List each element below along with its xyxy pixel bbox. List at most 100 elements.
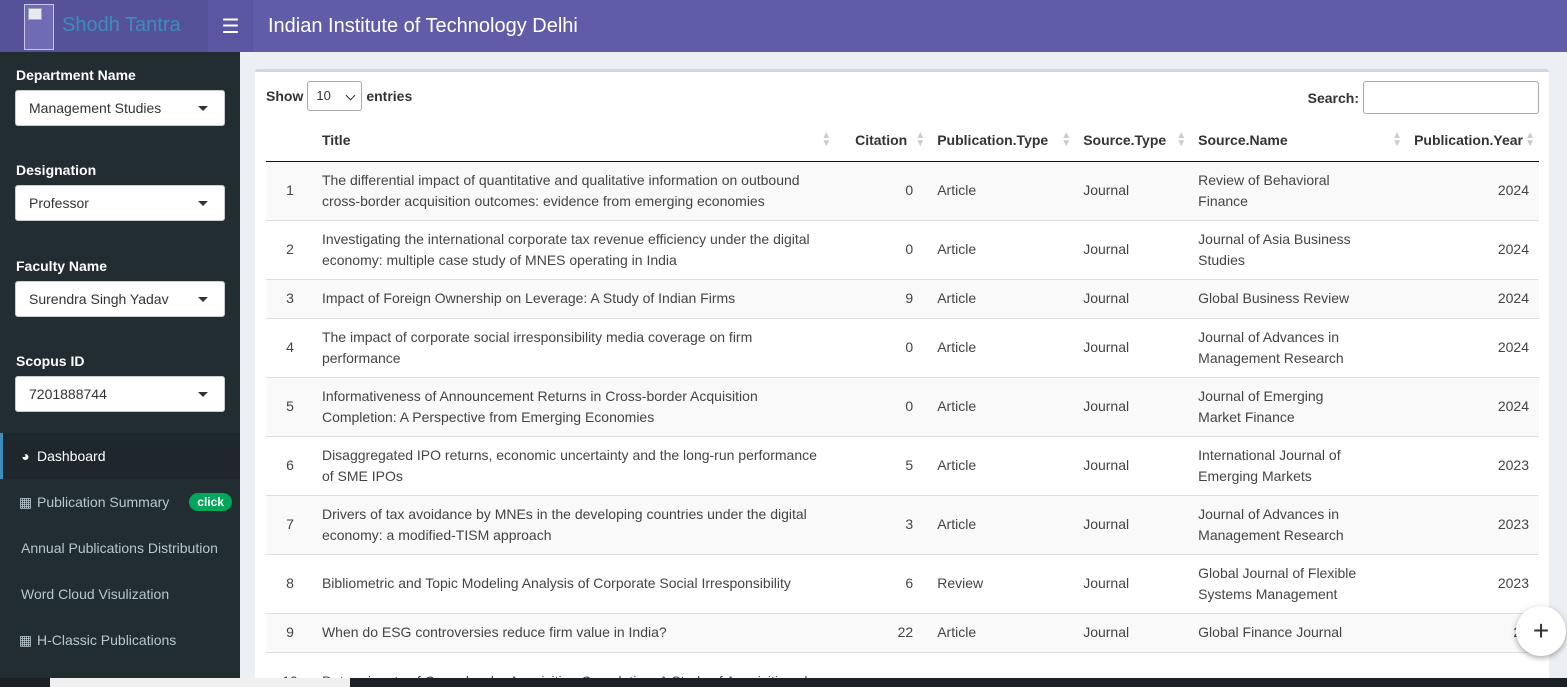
publication-type-cell: Article: [929, 317, 1076, 377]
sidebar-item-dashboard[interactable]: ◕ Dashboard: [0, 433, 240, 479]
entries-value: 10: [316, 88, 331, 103]
designation-select[interactable]: Professor: [15, 185, 225, 221]
sort-icon: ▲ ▼: [1176, 130, 1187, 149]
publication-type-cell: Article: [929, 612, 1076, 652]
table-row: 7 Drivers of tax avoidance by MNEs in the…: [266, 494, 1539, 554]
scopus-select[interactable]: 7201888744: [15, 376, 225, 412]
faculty-select[interactable]: Surendra Singh Yadav: [15, 281, 225, 317]
brand-area[interactable]: Shodh Tantra: [0, 0, 208, 52]
column-header-publication-year[interactable]: Publication.Year ▲ ▼: [1406, 120, 1539, 162]
search-input[interactable]: [1363, 81, 1539, 114]
sidebar-item-h-classic[interactable]: ▦ H-Classic Publications: [0, 617, 240, 663]
sidebar-item-word-cloud[interactable]: Word Cloud Visulization: [0, 571, 240, 617]
table-header-row: Title ▲ ▼ Citation ▲ ▼ Publication.Type ▲ ▼ So…: [266, 120, 1539, 162]
title-cell: The impact of corporate social irrespons…: [313, 317, 836, 377]
column-header-source-name[interactable]: Source.Name ▲ ▼: [1190, 120, 1407, 162]
column-header-citation[interactable]: Citation ▲ ▼: [835, 120, 930, 162]
page-title: Indian Institute of Technology Delhi: [268, 15, 578, 37]
publication-type-cell: Review: [929, 553, 1076, 613]
sidebar: Department Name Management Studies Desig…: [0, 52, 240, 687]
hamburger-icon[interactable]: ☰: [208, 0, 253, 52]
chevron-down-icon: [198, 392, 208, 397]
top-navbar: Shodh Tantra ☰ Indian Institute of Techn…: [0, 0, 1567, 52]
logo-image: [24, 4, 54, 50]
citation-cell: 9: [835, 278, 930, 318]
chevron-down-icon: [198, 297, 208, 302]
publication-year-cell: 2023: [1406, 435, 1539, 495]
citation-cell: 0: [835, 376, 930, 436]
faculty-label: Faculty Name: [16, 258, 108, 274]
sort-icon: ▲ ▼: [1525, 130, 1535, 149]
entries-select[interactable]: 10: [307, 81, 363, 111]
publication-year-cell: 2024: [1406, 278, 1539, 318]
publication-type-cell: Article: [929, 494, 1076, 554]
source-type-cell: Journal: [1075, 435, 1191, 495]
department-select[interactable]: Management Studies: [15, 90, 225, 126]
row-index: 9: [266, 612, 314, 652]
plus-icon[interactable]: +: [1516, 606, 1566, 656]
sort-icon: ▲ ▼: [1061, 130, 1072, 149]
table-search: Search:: [1308, 81, 1539, 114]
department-value: Management Studies: [29, 100, 162, 116]
chevron-down-icon: [198, 106, 208, 111]
sidebar-item-annual-distribution[interactable]: Annual Publications Distribution: [0, 525, 240, 571]
citation-cell: 5: [835, 435, 930, 495]
source-type-cell: Journal: [1075, 160, 1191, 220]
sidebar-item-label: Annual Publications Distribution: [21, 540, 218, 556]
entries-length-control: Show 10 entries: [266, 81, 412, 111]
publication-type-cell: Article: [929, 278, 1076, 318]
title-cell: Bibliometric and Topic Modeling Analysis…: [313, 553, 836, 613]
source-type-cell: Journal: [1075, 612, 1191, 652]
designation-value: Professor: [29, 195, 89, 211]
source-name-cell: Journal of Advances in Management Resear…: [1190, 317, 1407, 377]
citation-cell: 0: [835, 219, 930, 279]
table-row: 9 When do ESG controversies reduce firm v…: [266, 612, 1539, 652]
title-cell: The differential impact of quantitative …: [313, 160, 836, 220]
source-name-cell: Global Journal of Flexible Systems Manag…: [1190, 553, 1407, 613]
publication-type-cell: Article: [929, 160, 1076, 220]
table-row: 5 Informativeness of Announcement Returns…: [266, 376, 1539, 436]
citation-cell: 22: [835, 612, 930, 652]
source-name-cell: Journal of Asia Business Studies: [1190, 219, 1407, 279]
source-name-cell: Global Business Review: [1190, 278, 1407, 318]
table-row: 1 The differential impact of quantitative…: [266, 160, 1539, 220]
entries-label: entries: [366, 88, 413, 104]
publication-type-cell: Article: [929, 435, 1076, 495]
table-row: 2 Investigating the international corpora…: [266, 219, 1539, 279]
taskbar-item: [50, 678, 350, 687]
source-type-cell: Journal: [1075, 494, 1191, 554]
source-name-cell: Global Finance Journal: [1190, 612, 1407, 652]
row-index: 5: [266, 376, 314, 436]
row-index: 3: [266, 278, 314, 318]
sort-icon: ▲ ▼: [915, 130, 926, 149]
click-badge: click: [189, 493, 232, 511]
publication-type-cell: Article: [929, 219, 1076, 279]
row-index: 8: [266, 553, 314, 613]
table-row: 4 The impact of corporate social irrespon…: [266, 317, 1539, 377]
title-cell: Disaggregated IPO returns, economic unce…: [313, 435, 836, 495]
sidebar-item-publication-summary[interactable]: ▦ Publication Summary click: [0, 479, 240, 525]
column-header-title[interactable]: Title ▲ ▼: [313, 120, 836, 162]
source-type-cell: Journal: [1075, 278, 1191, 318]
row-index: 7: [266, 494, 314, 554]
table-row: 3 Impact of Foreign Ownership on Leverage…: [266, 278, 1539, 318]
row-index: 2: [266, 219, 314, 279]
sort-icon: ▲ ▼: [1392, 130, 1403, 149]
column-header-publication-type[interactable]: Publication.Type ▲ ▼: [929, 120, 1076, 162]
scopus-label: Scopus ID: [16, 353, 85, 369]
brand-name: Shodh Tantra: [62, 14, 181, 36]
table-icon: ▦: [18, 631, 33, 648]
source-name-cell: Journal of Advances in Management Resear…: [1190, 494, 1407, 554]
source-type-cell: Journal: [1075, 553, 1191, 613]
citation-cell: 6: [835, 553, 930, 613]
title-cell: Informativeness of Announcement Returns …: [313, 376, 836, 436]
designation-label: Designation: [16, 162, 97, 178]
column-header-source-type[interactable]: Source.Type ▲ ▼: [1075, 120, 1191, 162]
source-type-cell: Journal: [1075, 376, 1191, 436]
scopus-value: 7201888744: [29, 386, 107, 402]
publication-year-cell: 2024: [1406, 160, 1539, 220]
faculty-value: Surendra Singh Yadav: [29, 291, 169, 307]
publication-year-cell: 2024: [1406, 219, 1539, 279]
table-row: 8 Bibliometric and Topic Modeling Analysi…: [266, 553, 1539, 613]
citation-cell: 0: [835, 317, 930, 377]
